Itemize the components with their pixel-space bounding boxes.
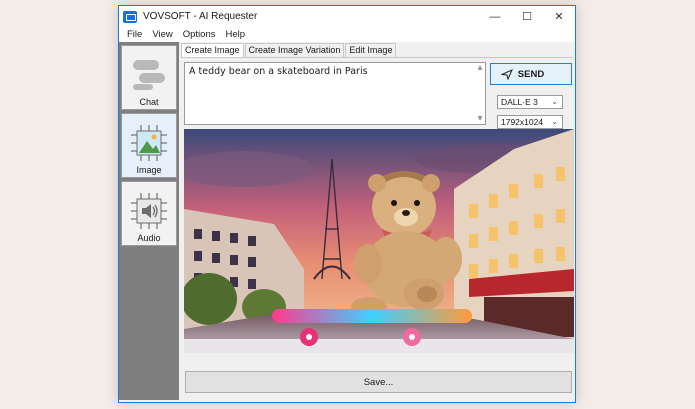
minimize-button[interactable]: — [479, 6, 511, 27]
chat-bubbles-icon [133, 60, 165, 90]
send-button[interactable]: SEND [490, 63, 572, 85]
maximize-button[interactable]: ☐ [511, 6, 543, 27]
window-title: VOVSOFT - AI Requester [143, 11, 258, 22]
prompt-input[interactable]: A teddy bear on a skateboard in Paris ▲ … [184, 62, 486, 125]
size-select[interactable]: 1792x1024 ⌄ [497, 115, 563, 129]
sidebar-item-audio[interactable]: Audio [121, 181, 177, 246]
scroll-up-icon[interactable]: ▲ [476, 64, 484, 72]
menu-help[interactable]: Help [220, 29, 250, 40]
tab-content: A teddy bear on a skateboard in Paris ▲ … [181, 57, 574, 400]
close-button[interactable]: ✕ [543, 6, 575, 27]
chevron-down-icon: ⌄ [551, 117, 558, 126]
menu-file[interactable]: File [122, 29, 147, 40]
scroll-down-icon[interactable]: ▼ [476, 115, 484, 123]
speaker-chip-icon [131, 193, 167, 229]
tab-strip: Create Image Create Image Variation Edit… [181, 43, 397, 58]
sidebar-item-image[interactable]: Image [121, 113, 177, 178]
sidebar: Chat Image Audio [119, 42, 179, 400]
save-button[interactable]: Save... [185, 371, 572, 393]
menu-bar: File View Options Help [119, 27, 575, 42]
image-chip-icon [131, 125, 167, 161]
menu-view[interactable]: View [147, 29, 177, 40]
save-label: Save... [363, 376, 394, 388]
chevron-down-icon: ⌄ [551, 97, 558, 106]
teddy-bear-paris-image [184, 129, 574, 353]
app-window: VOVSOFT - AI Requester — ☐ ✕ File View O… [118, 5, 576, 403]
send-icon [501, 69, 513, 80]
size-select-value: 1792x1024 [501, 117, 544, 127]
model-select[interactable]: DALL·E 3 ⌄ [497, 95, 563, 109]
sidebar-item-chat[interactable]: Chat [121, 45, 177, 110]
sidebar-item-label: Audio [137, 233, 161, 243]
tab-create-image[interactable]: Create Image [181, 43, 244, 58]
app-logo-icon [123, 10, 137, 23]
menu-options[interactable]: Options [178, 29, 221, 40]
prompt-text: A teddy bear on a skateboard in Paris [189, 66, 368, 77]
tab-edit-image[interactable]: Edit Image [345, 43, 397, 57]
generated-image [184, 129, 574, 353]
model-select-value: DALL·E 3 [501, 97, 538, 107]
send-label: SEND [517, 68, 545, 80]
tab-create-image-variation[interactable]: Create Image Variation [244, 43, 345, 57]
sidebar-item-label: Image [136, 165, 162, 175]
sidebar-item-label: Chat [139, 97, 159, 107]
title-bar[interactable]: VOVSOFT - AI Requester — ☐ ✕ [119, 6, 575, 27]
